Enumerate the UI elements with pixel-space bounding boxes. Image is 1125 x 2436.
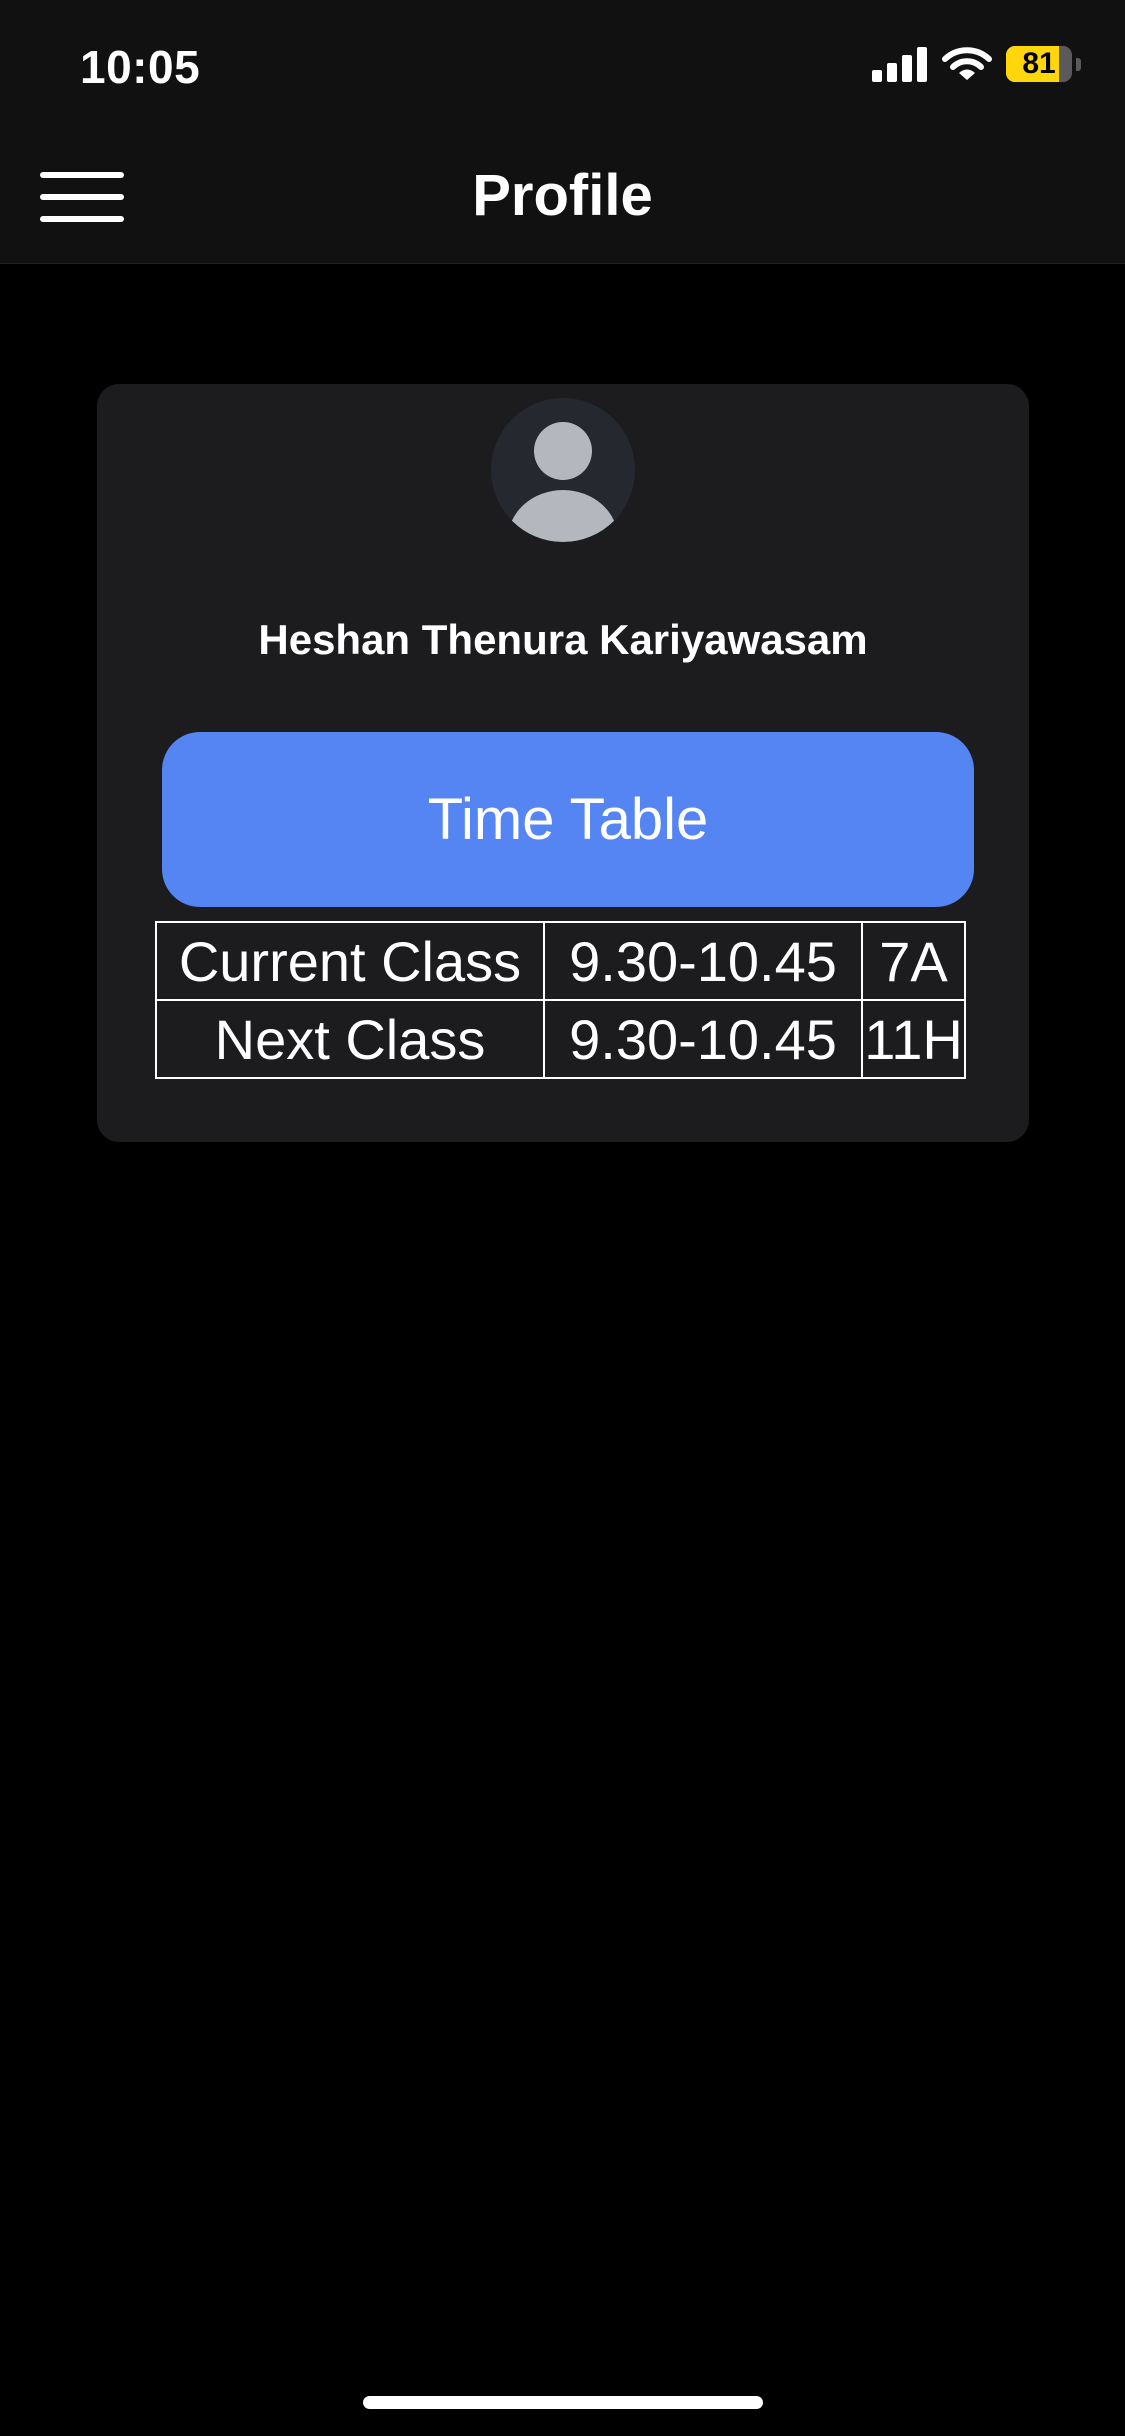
next-class-time: 9.30-10.45 xyxy=(543,999,863,1079)
profile-card: Heshan Thenura Kariyawasam Time Table Cu… xyxy=(97,384,1029,1142)
table-row: Next Class 9.30-10.45 11H xyxy=(155,999,966,1079)
user-avatar-icon xyxy=(491,398,635,542)
next-class-label: Next Class xyxy=(155,999,545,1079)
battery-icon: 81 xyxy=(1006,46,1072,82)
next-class-code: 11H xyxy=(861,999,966,1079)
battery-level: 81 xyxy=(1022,47,1056,80)
current-class-code: 7A xyxy=(861,921,966,1001)
top-bar: 10:05 81 Profile xyxy=(0,0,1125,264)
current-class-label: Current Class xyxy=(155,921,545,1001)
signal-icon xyxy=(872,47,927,82)
home-indicator[interactable] xyxy=(363,2396,763,2409)
status-icons: 81 xyxy=(872,46,1081,82)
class-schedule-table: Current Class 9.30-10.45 7A Next Class 9… xyxy=(155,921,966,1079)
battery-tip xyxy=(1076,57,1081,71)
status-time: 10:05 xyxy=(80,41,201,93)
table-row: Current Class 9.30-10.45 7A xyxy=(155,921,966,1001)
page-title: Profile xyxy=(472,163,653,228)
user-name: Heshan Thenura Kariyawasam xyxy=(258,616,868,663)
wifi-icon xyxy=(942,47,992,80)
timetable-button[interactable]: Time Table xyxy=(162,732,974,907)
current-class-time: 9.30-10.45 xyxy=(543,921,863,1001)
